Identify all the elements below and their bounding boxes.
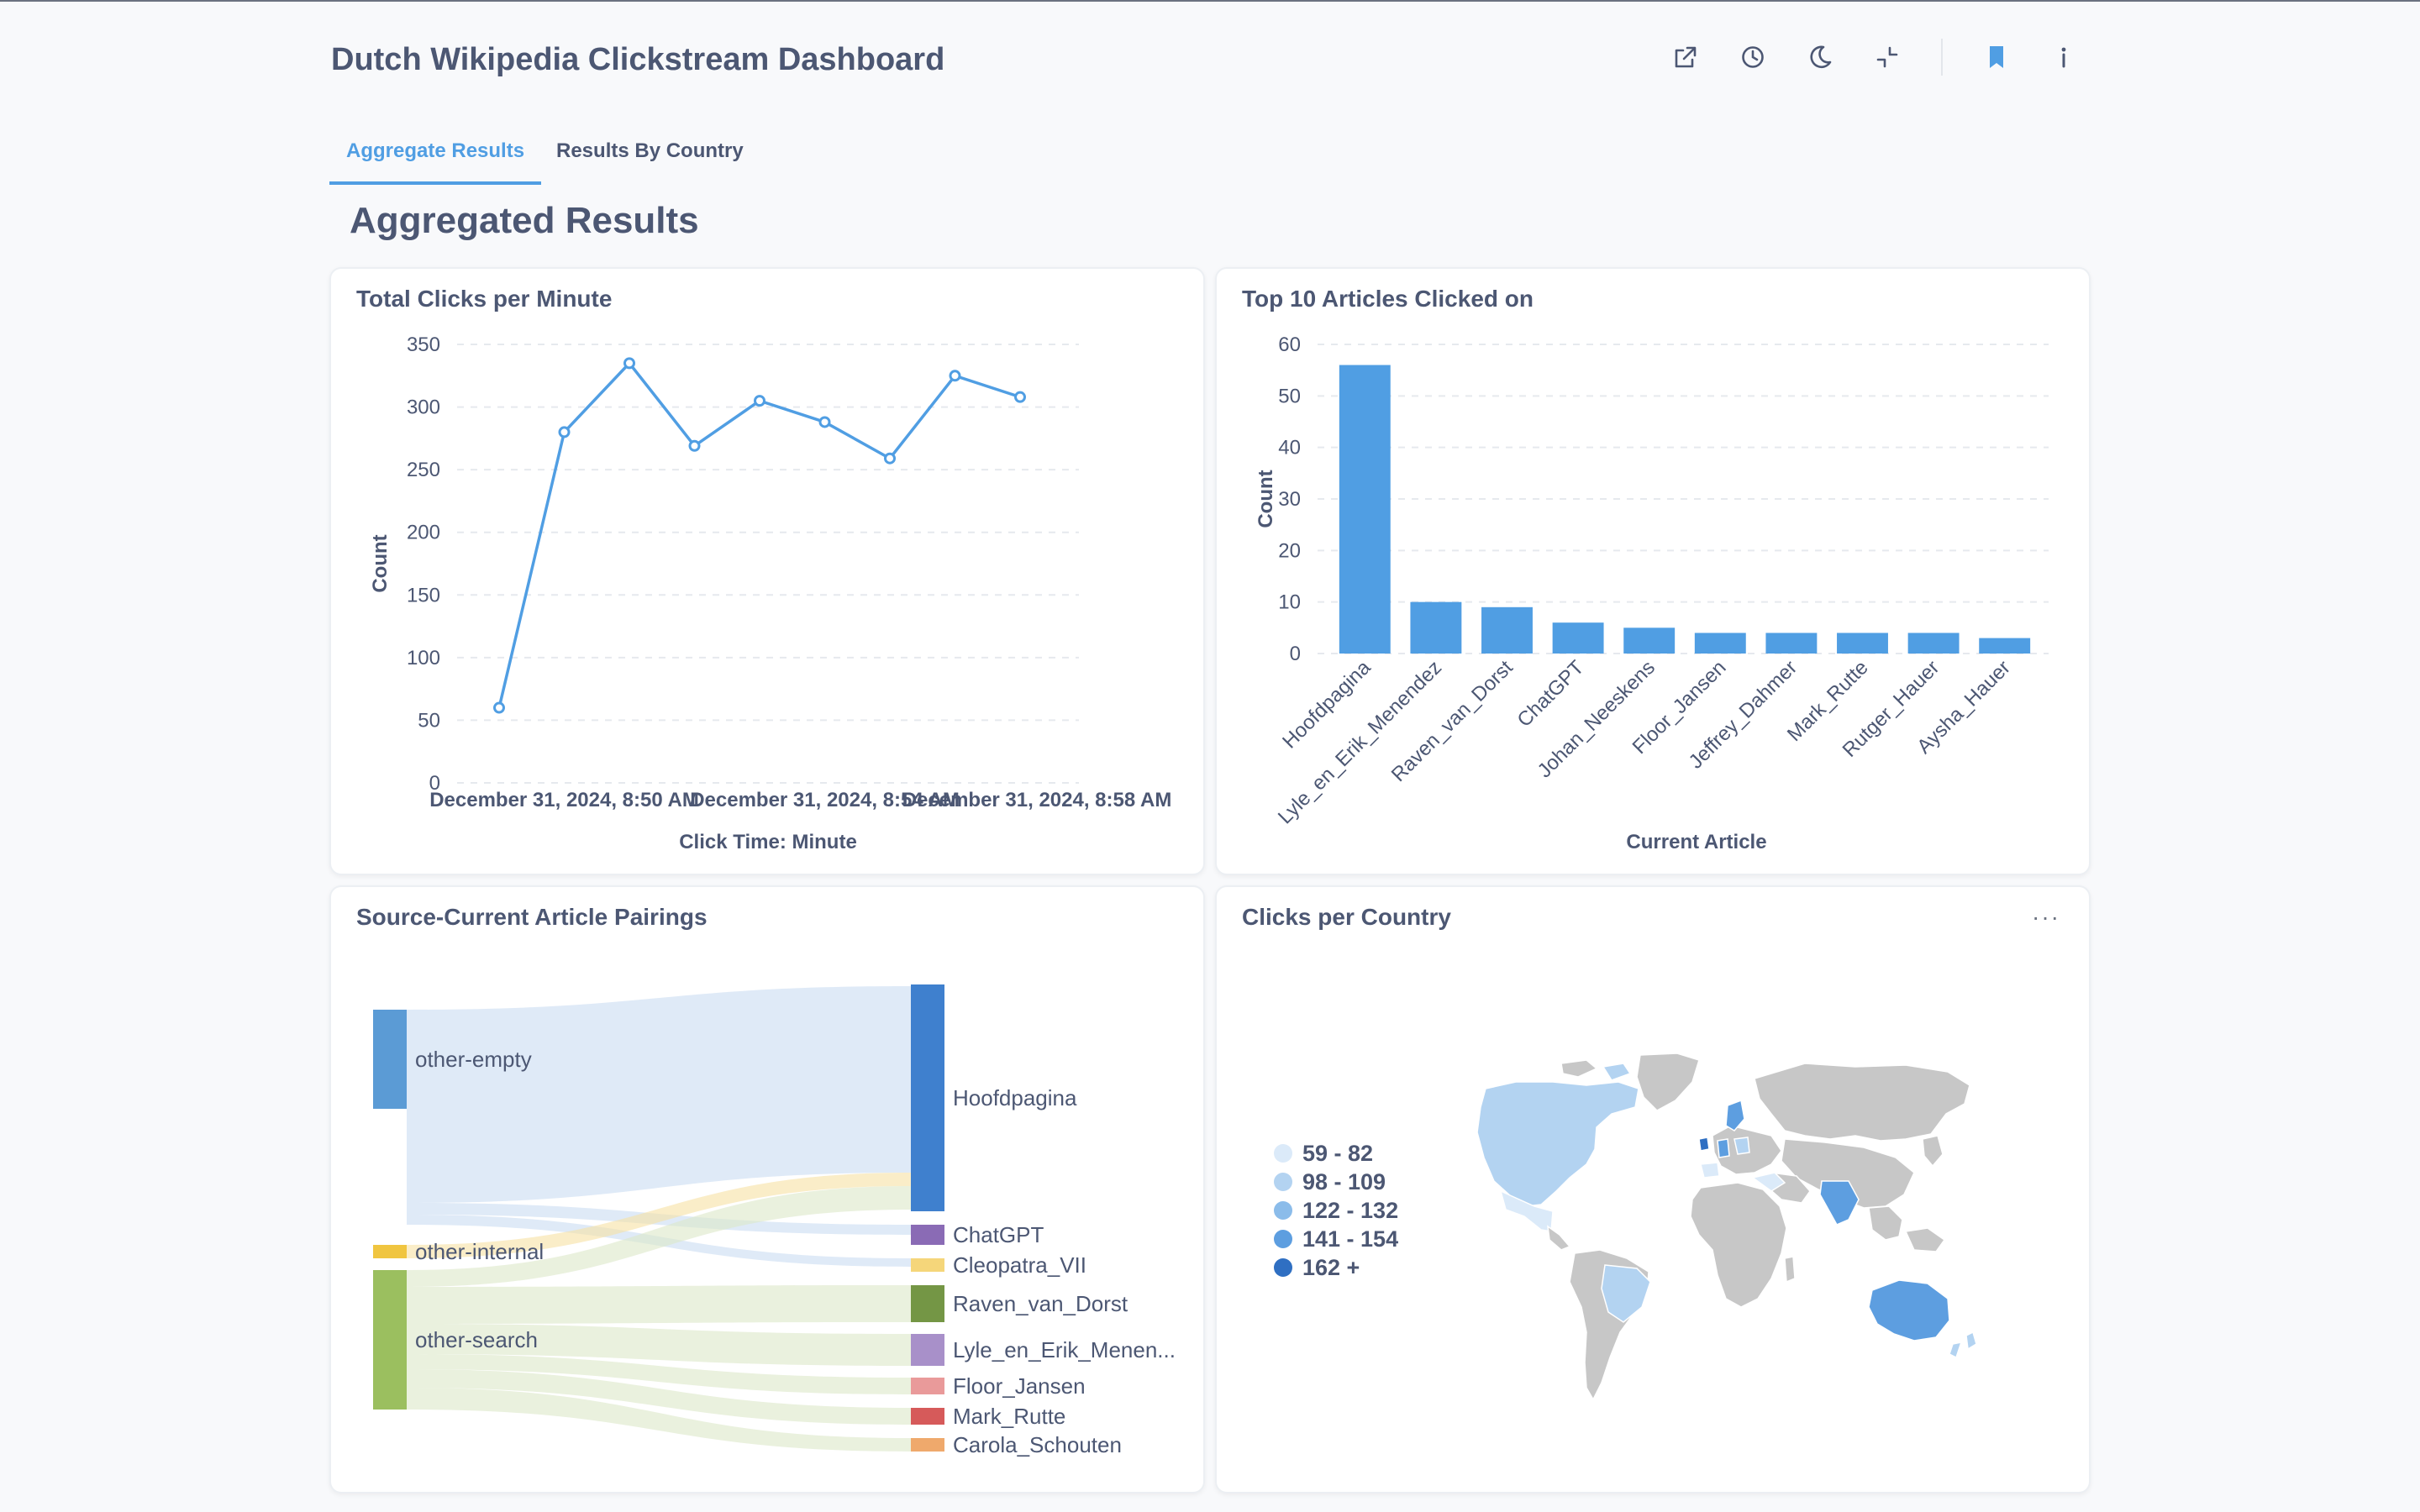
y-tick-label: 60 [1278,333,1301,356]
x-tick-label: ChatGPT [1513,656,1589,732]
sankey-target-label: Mark_Rutte [953,1404,1065,1429]
bar [1694,633,1746,654]
bar [1481,606,1533,654]
x-tick-label: December 31, 2024, 8:58 AM [902,789,1172,811]
section-heading: Aggregated Results [350,200,699,241]
sankey-source-label: other-empty [415,1047,532,1072]
sankey-target-label: ChatGPT [953,1222,1044,1247]
sankey-source-node [373,1245,407,1258]
tab-aggregate-results[interactable]: Aggregate Results [329,136,542,185]
bookmark-icon[interactable] [1978,39,2015,76]
sankey-target-node [911,984,944,1211]
dashboard-header: Dutch Wikipedia Clickstream Dashboard [0,2,2420,128]
y-tick-label: 300 [407,396,440,419]
y-tick-label: 20 [1278,539,1301,562]
sankey-source-node [373,1010,407,1109]
card-top-articles: Top 10 Articles Clicked on 0 10 20 30 40 50 60… [1215,267,2091,875]
collapse-icon[interactable] [1869,39,1906,76]
data-point [949,370,961,382]
share-icon[interactable] [1667,39,1704,76]
sankey-target-node [911,1438,944,1452]
world-map [1476,1053,1977,1401]
bar [1623,627,1676,654]
y-axis-label: Count [1255,470,1277,528]
sankey-target-label: Floor_Jansen [953,1373,1086,1399]
info-icon[interactable] [2045,39,2082,76]
y-axis-label: Count [369,534,392,592]
moon-icon[interactable] [1802,39,1839,76]
bar [1410,601,1462,654]
sankey-target-node [911,1285,944,1322]
sankey-target-node [911,1334,944,1366]
data-point [754,395,765,407]
sankey-target-node [911,1378,944,1394]
y-tick-label: 350 [407,333,440,356]
data-point [623,357,635,370]
y-tick-label: 100 [407,647,440,669]
x-tick-label: Raven_van_Dorst [1387,656,1518,786]
y-tick-label: 50 [418,709,440,732]
bar [1339,365,1391,654]
sankey-target-node [911,1408,944,1425]
bar-chart: 0102030405060HoofdpaginaLyle_en_Erik_Men… [1255,333,2049,853]
tab-results-by-country[interactable]: Results By Country [539,136,760,181]
sankey-source-node [373,1270,407,1410]
dashboard-title: Dutch Wikipedia Clickstream Dashboard [331,42,945,77]
sankey-target-label: Carola_Schouten [953,1432,1122,1457]
sankey-target-label: Cleopatra_VII [953,1252,1086,1278]
card-countries: Clicks per Country ··· 59 - 82 98 - 109 12… [1215,885,2091,1494]
y-tick-label: 50 [1278,385,1301,407]
sankey-target-node [911,1225,944,1245]
bar [1552,622,1604,654]
sankey-source-label: other-internal [415,1239,544,1264]
series-line [497,361,1021,708]
x-axis-label: Click Time: Minute [679,831,857,853]
y-tick-label: 150 [407,584,440,606]
y-tick-label: 250 [407,459,440,481]
y-tick-label: 10 [1278,591,1301,614]
x-tick-label: December 31, 2024, 8:50 AM [429,789,699,811]
sankey-link [407,986,911,1203]
bar [1907,633,1960,654]
y-tick-label: 200 [407,522,440,544]
data-point [884,452,896,465]
bar [1765,633,1818,654]
line-chart: 050100150200250300350December 31, 2024, … [369,333,1172,853]
sankey-chart: other-empty other-internal other-search Hoo… [373,984,1176,1457]
data-point [818,416,831,428]
sankey-target-node [911,1258,944,1272]
sankey-link [407,1285,911,1324]
sankey-source-label: other-search [415,1327,538,1352]
x-tick-label: Johan_Neeskens [1534,656,1660,782]
sankey-target-label: Raven_van_Dorst [953,1291,1128,1316]
y-tick-label: 40 [1278,437,1301,459]
y-tick-label: 30 [1278,488,1301,511]
x-axis-label: Current Article [1626,831,1766,853]
data-point [1014,391,1026,403]
header-divider [1941,39,1943,76]
bar [1979,638,2031,654]
card-pairings: Source-Current Article Pairings other-em… [329,885,1205,1494]
data-point [558,426,571,438]
data-point [688,439,701,452]
card-clicks-per-minute: Total Clicks per Minute 0 50 100 150 200 250 3… [329,267,1205,875]
clock-icon[interactable] [1734,39,1771,76]
y-tick-label: 0 [1290,643,1301,665]
data-point [493,701,505,714]
sankey-target-label: Hoofdpagina [953,1085,1077,1110]
bar [1837,633,1888,654]
sankey-target-label: Lyle_en_Erik_Menen... [953,1337,1176,1362]
map-land [1476,1053,1977,1401]
